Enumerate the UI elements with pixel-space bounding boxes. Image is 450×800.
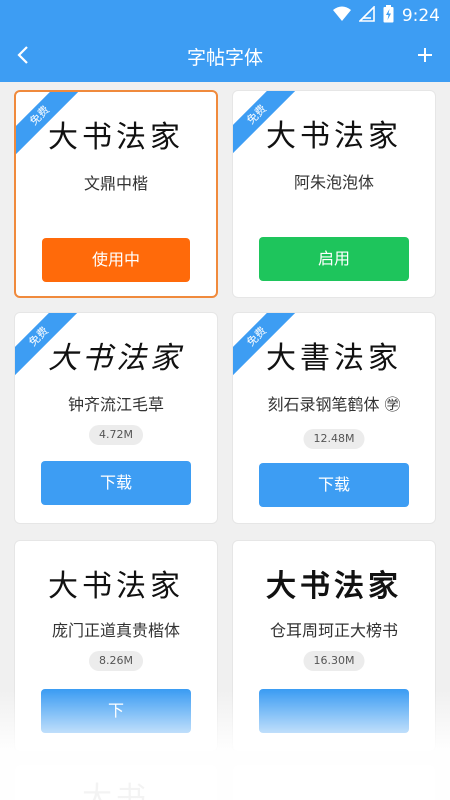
file-size-badge: 12.48M [303,429,365,449]
font-name: 刻石录钢笔鹤体 ㊫ [267,395,401,414]
page-title: 字帖字体 [186,47,263,69]
file-size-badge: 16.30M [303,651,365,671]
font-sample: 大书 [82,781,150,800]
add-button[interactable] [410,42,440,72]
battery-charging-icon [383,5,394,27]
download-button[interactable]: 下载 [259,463,409,507]
enable-button[interactable]: 启用 [259,237,409,281]
plus-icon [417,47,433,67]
file-size-badge: 8.26M [89,651,143,671]
font-card-partial-right[interactable] [232,764,436,800]
wifi-icon [332,6,351,26]
app-bar: 字帖字体 [0,32,450,82]
in-use-button[interactable]: 使用中 [42,238,190,282]
download-button[interactable]: 下 [41,689,191,733]
font-sample: 大書法家 [266,341,402,376]
font-sample: 大书法家 [48,120,184,155]
font-card-pangmen-zhengdao[interactable]: 大书法家 庞门正道真贵楷体 8.26M 下 [14,540,218,752]
font-card-azhu-paopao[interactable]: 免费 大书法家 阿朱泡泡体 启用 [232,90,436,298]
status-time: 9:24 [401,6,440,26]
status-bar: 9:24 [0,0,450,32]
font-sample: 大书法家 [48,569,184,604]
status-icons: 9:24 [332,4,440,28]
font-card-partial[interactable]: 大书 [14,764,218,800]
font-grid: 免费 大书法家 文鼎中楷 使用中 免费 大书法家 阿朱泡泡体 启用 免费 大书法… [0,82,450,800]
font-sample: 大书法家 [266,119,402,154]
font-name: 庞门正道真贵楷体 [51,621,180,640]
signal-icon [357,5,375,26]
font-sample: 大书法家 [48,341,184,376]
font-name: 仓耳周珂正大榜书 [269,621,398,640]
download-button[interactable]: 下载 [41,461,191,505]
font-card-canger-zhouke[interactable]: 大书法家 仓耳周珂正大榜书 16.30M [232,540,436,752]
font-sample: 大书法家 [266,569,402,604]
font-card-zhongqi-liujiang[interactable]: 免费 大书法家 钟齐流江毛草 4.72M 下载 [14,312,218,524]
font-name: 钟齐流江毛草 [67,395,164,414]
file-size-badge: 4.72M [89,425,143,445]
download-button[interactable] [259,689,409,733]
font-name: 阿朱泡泡体 [293,173,374,192]
font-name: 文鼎中楷 [83,174,148,193]
font-card-wending-zhongkai[interactable]: 免费 大书法家 文鼎中楷 使用中 [14,90,218,298]
font-card-keshilu-gangbi[interactable]: 免费 大書法家 刻石录钢笔鹤体 ㊫ 12.48M 下载 [232,312,436,524]
